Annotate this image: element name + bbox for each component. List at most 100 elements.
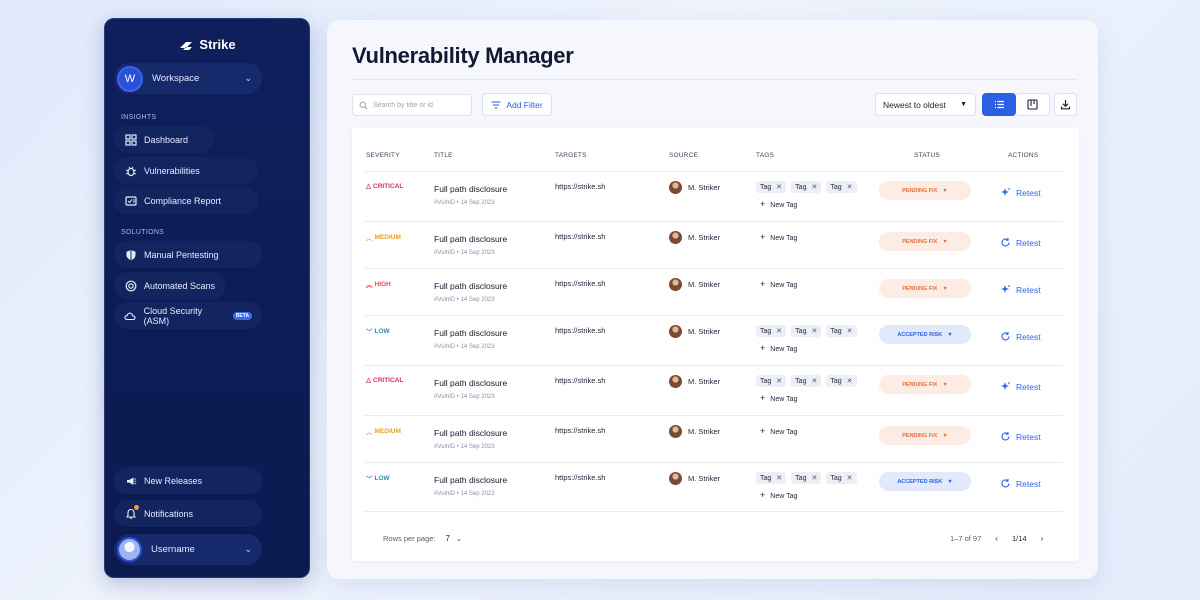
sidebar-item-new-releases[interactable]: New Releases xyxy=(114,467,262,494)
sidebar-item-dashboard[interactable]: Dashboard xyxy=(114,126,214,153)
sidebar-item-manual-pentesting[interactable]: Manual Pentesting xyxy=(114,241,262,268)
column-header-actions[interactable]: ACTIONS xyxy=(1008,152,1038,159)
sidebar-item-automated-scans[interactable]: Automated Scans xyxy=(114,272,226,299)
row-title[interactable]: Full path disclosure xyxy=(434,281,507,291)
board-view-button[interactable] xyxy=(1016,93,1050,116)
close-icon[interactable]: ✕ xyxy=(811,327,817,335)
target-url[interactable]: https://strike.sh xyxy=(555,279,605,288)
user-menu[interactable]: Username ⌄ xyxy=(114,534,262,565)
tag-chip[interactable]: Tag ✕ xyxy=(826,325,857,337)
row-title[interactable]: Full path disclosure xyxy=(434,378,507,388)
new-tag-button[interactable]: + New Tag xyxy=(760,199,797,209)
table-row[interactable]: ︽ HIGH Full path disclosure #VulnID • 14 … xyxy=(364,268,1063,315)
list-view-button[interactable] xyxy=(982,93,1016,116)
table-row[interactable]: △ CRITICAL Full path disclosure #VulnID •… xyxy=(364,365,1063,415)
column-header-title[interactable]: TITLE xyxy=(434,152,453,159)
tag-chip[interactable]: Tag ✕ xyxy=(756,325,787,337)
column-header-source[interactable]: SOURCE xyxy=(669,152,698,159)
target-url[interactable]: https://strike.sh xyxy=(555,232,605,241)
tag-chip[interactable]: Tag ✕ xyxy=(826,375,857,387)
retest-button[interactable]: Retest xyxy=(1000,478,1041,489)
column-header-status[interactable]: STATUS xyxy=(914,152,940,159)
sidebar-item-notifications[interactable]: Notifications xyxy=(114,500,262,527)
table-row[interactable]: ﹀ LOW Full path disclosure #VulnID • 14 S… xyxy=(364,315,1063,365)
row-title[interactable]: Full path disclosure xyxy=(434,234,507,244)
retest-button[interactable]: Retest xyxy=(1000,381,1041,392)
row-title[interactable]: Full path disclosure xyxy=(434,328,507,338)
row-title[interactable]: Full path disclosure xyxy=(434,428,507,438)
cloud-icon xyxy=(124,309,137,322)
close-icon[interactable]: ✕ xyxy=(847,377,853,385)
target-url[interactable]: https://strike.sh xyxy=(555,426,605,435)
brand-logo[interactable]: Strike xyxy=(105,37,309,52)
close-icon[interactable]: ✕ xyxy=(847,327,853,335)
row-title[interactable]: Full path disclosure xyxy=(434,184,507,194)
new-tag-button[interactable]: + New Tag xyxy=(760,393,797,403)
new-tag-button[interactable]: + New Tag xyxy=(760,279,797,289)
retest-button[interactable]: Retest xyxy=(1000,431,1041,442)
status-dropdown[interactable]: ACCEPTED RISK ▼ xyxy=(879,472,971,491)
close-icon[interactable]: ✕ xyxy=(776,327,782,335)
sidebar-item-cloud-security[interactable]: Cloud Security (ASM) BETA xyxy=(114,302,262,329)
sidebar-item-vulnerabilities[interactable]: Vulnerabilities xyxy=(114,157,258,184)
status-dropdown[interactable]: PENDING FIX ▼ xyxy=(879,375,971,394)
tag-chip[interactable]: Tag ✕ xyxy=(756,375,787,387)
new-tag-button[interactable]: + New Tag xyxy=(760,232,797,242)
retest-button[interactable]: Retest xyxy=(1000,284,1041,295)
table-row[interactable]: △ CRITICAL Full path disclosure #VulnID •… xyxy=(364,171,1063,221)
target-url[interactable]: https://strike.sh xyxy=(555,182,605,191)
column-header-severity[interactable]: SEVERITY xyxy=(366,152,400,159)
status-dropdown[interactable]: PENDING FIX ▼ xyxy=(879,232,971,251)
close-icon[interactable]: ✕ xyxy=(776,183,782,191)
sort-select[interactable]: Newest to oldest ▼ xyxy=(875,93,976,116)
retest-button[interactable]: Retest xyxy=(1000,237,1041,248)
tag-chip[interactable]: Tag ✕ xyxy=(791,472,822,484)
tag-chip[interactable]: Tag ✕ xyxy=(826,472,857,484)
column-header-targets[interactable]: TARGETS xyxy=(555,152,587,159)
add-filter-button[interactable]: Add Filter xyxy=(482,93,552,116)
row-title[interactable]: Full path disclosure xyxy=(434,475,507,485)
status-dropdown[interactable]: PENDING FIX ▼ xyxy=(879,279,971,298)
close-icon[interactable]: ✕ xyxy=(811,183,817,191)
chevron-right-icon[interactable]: › xyxy=(1041,534,1044,543)
sidebar-item-label: Dashboard xyxy=(144,134,189,145)
search-input[interactable] xyxy=(373,101,468,109)
close-icon[interactable]: ✕ xyxy=(811,377,817,385)
new-tag-button[interactable]: + New Tag xyxy=(760,426,797,436)
target-url[interactable]: https://strike.sh xyxy=(555,473,605,482)
retest-button[interactable]: Retest xyxy=(1000,331,1041,342)
new-tag-button[interactable]: + New Tag xyxy=(760,490,797,500)
column-header-tags[interactable]: TAGS xyxy=(756,152,774,159)
close-icon[interactable]: ✕ xyxy=(847,183,853,191)
search-box[interactable] xyxy=(352,94,472,116)
table-row[interactable]: ︿ MEDIUM Full path disclosure #VulnID • 1… xyxy=(364,221,1063,268)
table-row[interactable]: ﹀ LOW Full path disclosure #VulnID • 14 S… xyxy=(364,462,1063,512)
tag-chip[interactable]: Tag ✕ xyxy=(756,181,787,193)
close-icon[interactable]: ✕ xyxy=(776,377,782,385)
rows-per-page-select[interactable]: 7 xyxy=(446,534,450,543)
table-row[interactable]: ︿ MEDIUM Full path disclosure #VulnID • 1… xyxy=(364,415,1063,462)
status-dropdown[interactable]: ACCEPTED RISK ▼ xyxy=(879,325,971,344)
tag-chip[interactable]: Tag ✕ xyxy=(791,375,822,387)
close-icon[interactable]: ✕ xyxy=(811,474,817,482)
tag-chip[interactable]: Tag ✕ xyxy=(756,472,787,484)
target-url[interactable]: https://strike.sh xyxy=(555,376,605,385)
status-dropdown[interactable]: PENDING FIX ▼ xyxy=(879,426,971,445)
tag-chip[interactable]: Tag ✕ xyxy=(791,325,822,337)
tag-chip[interactable]: Tag ✕ xyxy=(791,181,822,193)
list-icon xyxy=(994,100,1004,109)
retest-button[interactable]: Retest xyxy=(1000,187,1041,198)
new-tag-button[interactable]: + New Tag xyxy=(760,343,797,353)
target-url[interactable]: https://strike.sh xyxy=(555,326,605,335)
chevron-left-icon[interactable]: ‹ xyxy=(995,534,998,543)
status-dropdown[interactable]: PENDING FIX ▼ xyxy=(879,181,971,200)
download-button[interactable] xyxy=(1054,93,1077,116)
close-icon[interactable]: ✕ xyxy=(776,474,782,482)
sparkle-icon xyxy=(1001,381,1011,390)
workspace-switcher[interactable]: W Workspace ⌄ xyxy=(114,63,262,94)
tag-chip[interactable]: Tag ✕ xyxy=(826,181,857,193)
workspace-avatar: W xyxy=(117,65,143,92)
close-icon[interactable]: ✕ xyxy=(847,474,853,482)
sidebar-item-compliance-report[interactable]: Compliance Report xyxy=(114,187,258,214)
chevron-down-icon[interactable]: ⌄ xyxy=(456,535,462,543)
